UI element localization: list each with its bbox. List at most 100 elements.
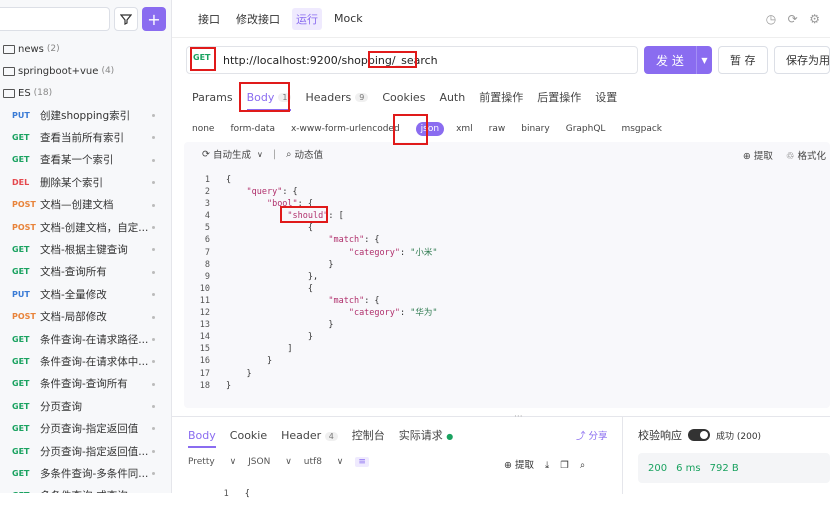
- url-input[interactable]: GET http://localhost:9200/shopping/_sear…: [186, 46, 638, 74]
- code-area[interactable]: 1{2 "query": {3 "bool": {4 "should": [5 …: [184, 174, 824, 392]
- tab-post-ops[interactable]: 后置操作: [537, 89, 581, 105]
- json-editor[interactable]: ⟳ 自动生成 ∨ | ⌕ 动态值 ⊕ 提取 ♲ 格式化 1{2 "query":…: [184, 142, 830, 408]
- folder-count: (4): [101, 66, 115, 76]
- api-item[interactable]: POST 文档-创建文档，自定...: [0, 216, 171, 238]
- tab-headers[interactable]: Headers 9: [305, 91, 369, 104]
- api-item[interactable]: PUT 创建shopping索引: [0, 104, 171, 126]
- response-code[interactable]: 1{: [172, 479, 612, 499]
- tab-res-console[interactable]: 控制台: [352, 427, 385, 443]
- share-button[interactable]: ⤴ 分享: [576, 428, 608, 442]
- folder-es[interactable]: ES (18): [0, 82, 171, 104]
- api-item[interactable]: GET 分页查询-指定返回值: [0, 417, 171, 439]
- validate-toggle[interactable]: [688, 429, 710, 441]
- api-item[interactable]: PUT 文档-全量修改: [0, 283, 171, 305]
- method-select[interactable]: GET: [193, 53, 211, 62]
- folder-open-icon: [3, 88, 15, 98]
- body-type-msgpack[interactable]: msgpack: [621, 124, 662, 134]
- auto-generate-button[interactable]: 自动生成: [213, 147, 251, 161]
- code-text: "match": {: [328, 295, 380, 306]
- validate-label: 校验响应: [638, 429, 682, 442]
- wrap-icon[interactable]: ≡: [355, 457, 369, 467]
- save-as-case-button[interactable]: 保存为用例: [774, 46, 830, 74]
- format-select[interactable]: JSON ∨: [248, 457, 292, 467]
- status-dot-icon: [152, 114, 155, 117]
- api-item[interactable]: GET多条件查询-或查询: [0, 485, 171, 493]
- download-icon[interactable]: ⤓: [545, 460, 549, 471]
- body-type-raw[interactable]: raw: [489, 124, 506, 134]
- chevron-down-icon[interactable]: ∨: [257, 150, 263, 159]
- send-button[interactable]: 发 送 ▼: [644, 46, 712, 74]
- api-item[interactable]: GET 文档-查询所有: [0, 261, 171, 283]
- api-item[interactable]: POST 文档-局部修改: [0, 306, 171, 328]
- tab-pre-ops[interactable]: 前置操作: [479, 89, 523, 105]
- pretty-select[interactable]: Pretty ∨: [188, 457, 236, 467]
- tab-run[interactable]: 运行: [292, 7, 322, 30]
- tab-res-header[interactable]: Header 4: [281, 429, 338, 442]
- search-input[interactable]: [0, 7, 110, 31]
- tab-edit-api[interactable]: 修改接口: [232, 8, 284, 30]
- code-line: 12 "category": "华为": [184, 307, 824, 319]
- api-item[interactable]: GET 查看当前所有索引: [0, 126, 171, 148]
- copy-icon[interactable]: ❐: [560, 460, 569, 471]
- tab-cookies[interactable]: Cookies: [382, 91, 425, 104]
- tab-res-cookie[interactable]: Cookie: [230, 429, 267, 442]
- add-button[interactable]: +: [142, 7, 166, 31]
- dynamic-value-button[interactable]: 动态值: [294, 147, 323, 161]
- folder-news[interactable]: news (2): [0, 38, 171, 60]
- api-item[interactable]: GET 分页查询: [0, 395, 171, 417]
- save-button[interactable]: 暂 存: [718, 46, 768, 74]
- api-name: 文档-根据主键查询: [40, 244, 128, 257]
- status-dot-icon: [152, 203, 155, 207]
- api-item[interactable]: GET 条件查询-在请求路径...: [0, 328, 171, 350]
- api-item[interactable]: GET 分页查询-指定返回值...: [0, 440, 171, 462]
- chevron-down-icon[interactable]: ▼: [696, 46, 712, 74]
- api-name: 条件查询-在请求体中...: [40, 355, 149, 368]
- format-label: JSON: [248, 457, 271, 467]
- folder-icon: [3, 66, 15, 76]
- search-icon[interactable]: ⌕: [580, 460, 585, 471]
- api-item[interactable]: DEL 删除某个索引: [0, 171, 171, 193]
- panel-divider[interactable]: [622, 417, 623, 494]
- tab-res-body[interactable]: Body: [188, 429, 216, 448]
- body-type-binary[interactable]: binary: [521, 124, 549, 134]
- encoding-select[interactable]: utf8 ∨: [304, 457, 344, 467]
- settings-icon[interactable]: ⚙: [809, 12, 820, 26]
- top-tabs: 接口 修改接口 运行 Mock ◷ ⟳ ⚙: [172, 0, 830, 38]
- sync-icon[interactable]: ⟳: [788, 12, 798, 26]
- tab-auth[interactable]: Auth: [439, 91, 465, 104]
- api-item[interactable]: GET 条件查询-查询所有: [0, 373, 171, 395]
- api-item[interactable]: GET 多条件查询-多条件同...: [0, 462, 171, 484]
- api-name: 创建shopping索引: [40, 109, 131, 122]
- line-number: 18: [199, 380, 210, 391]
- extract-button[interactable]: 提取: [754, 151, 773, 162]
- resize-handle[interactable]: ···: [514, 412, 523, 422]
- tab-res-actual-request[interactable]: 实际请求 ●: [399, 427, 453, 443]
- body-type-none[interactable]: none: [192, 124, 214, 134]
- body-type-xml[interactable]: xml: [456, 124, 473, 134]
- tab-mock[interactable]: Mock: [330, 9, 367, 28]
- history-icon[interactable]: ◷: [766, 12, 776, 26]
- api-item[interactable]: GET 条件查询-在请求体中...: [0, 350, 171, 372]
- body-type-form-data[interactable]: form-data: [230, 124, 275, 134]
- tab-settings[interactable]: 设置: [595, 89, 617, 105]
- extract-button[interactable]: 提取: [515, 460, 534, 471]
- body-type-json[interactable]: json: [415, 122, 445, 136]
- api-item[interactable]: POST 文档—创建文档: [0, 194, 171, 216]
- tab-body[interactable]: Body 1: [246, 91, 292, 111]
- format-button[interactable]: 格式化: [797, 151, 826, 162]
- body-type-urlencoded[interactable]: x-www-form-urlencoded: [291, 124, 400, 134]
- status-dot-icon: [152, 382, 155, 386]
- tab-api[interactable]: 接口: [194, 8, 224, 30]
- tab-params[interactable]: Params: [192, 91, 233, 104]
- refresh-icon: ⟳: [202, 148, 210, 160]
- api-item[interactable]: GET 查看某一个索引: [0, 149, 171, 171]
- folder-name: springboot+vue: [18, 65, 99, 77]
- code-text: "match": {: [328, 235, 380, 246]
- filter-button[interactable]: [114, 7, 138, 31]
- code-text: ]: [226, 344, 293, 355]
- api-item[interactable]: GET 文档-根据主键查询: [0, 238, 171, 260]
- code-text: "category": "华为": [348, 308, 438, 319]
- body-type-graphql[interactable]: GraphQL: [566, 124, 606, 134]
- folder-springboot-vue[interactable]: springboot+vue (4): [0, 60, 171, 82]
- url-text[interactable]: http://localhost:9200/shopping/_search: [223, 54, 438, 67]
